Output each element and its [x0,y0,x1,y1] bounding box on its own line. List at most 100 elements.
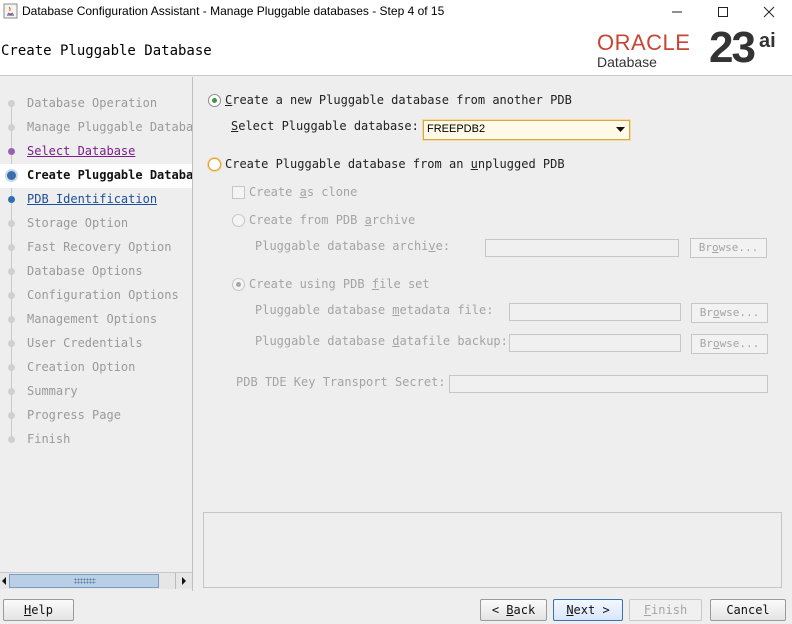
label-archive-file: Pluggable database archive: [255,239,450,253]
oracle-brand-name: ORACLE [597,30,691,55]
mnemonic-letter: N [566,603,574,617]
checkbox-create-as-clone[interactable] [232,186,245,199]
label-text: Br [699,306,713,319]
select-pdb-value: FREEPDB2 [427,123,486,135]
label-text: inish [651,603,688,617]
help-button[interactable]: Help [3,599,74,621]
nav-step-item[interactable]: Select Database [0,140,192,164]
metadata-file-input[interactable] [509,303,681,321]
nav-step-item[interactable]: PDB Identification [0,188,192,212]
close-button[interactable] [746,0,792,24]
label-text: Create from PDB [249,213,365,227]
step-status-dot-icon [8,364,15,371]
label-text: reate a new Pluggable database from anot… [232,93,572,107]
radio-from-archive[interactable] [232,214,245,227]
step-status-dot-icon [8,124,15,131]
label-text: e: [435,239,451,253]
label-create-from-unplugged: Create Pluggable database from an unplug… [225,157,565,171]
cancel-button[interactable]: Cancel [710,599,786,621]
label-text: Create [249,185,300,199]
nav-step-label: Database Operation [27,96,158,110]
step-status-dot-icon [8,436,15,443]
nav-horizontal-scrollbar[interactable] [0,572,192,589]
wizard-header: Create Pluggable Database ORACLE Databas… [0,24,792,76]
nav-step-label: Storage Option [27,216,129,230]
nav-step-label: Fast Recovery Option [27,240,172,254]
step-status-dot-icon [8,412,15,419]
step-status-dot-icon [8,196,15,203]
label-text: ile set [379,277,430,291]
label-text: Create Pluggable database from an [225,157,471,171]
label-text: elp [31,603,53,617]
label-datafile-backup: Pluggable database datafile backup: [255,334,508,348]
mnemonic-letter: f [371,277,380,291]
nav-step-item: Management Options [0,308,192,332]
browse-archive-button[interactable]: Browse... [690,238,767,258]
nav-step-label: Manage Pluggable Databases [27,120,193,134]
step-status-dot-icon [8,100,15,107]
datafile-backup-input[interactable] [509,334,681,352]
mnemonic-letter: o [711,241,719,254]
step-status-dot-icon [8,244,15,251]
step-status-dot-icon [8,268,15,275]
scrollbar-thumb[interactable] [9,574,159,588]
nav-step-label: Finish [27,432,71,446]
label-text: ext > [573,603,610,617]
select-pdb-dropdown[interactable]: FREEPDB2 [423,120,630,140]
nav-step-label: User Credentials [27,336,143,350]
scroll-right-arrow[interactable] [175,573,191,589]
messages-area [203,512,782,588]
label-text: Pluggable database archi [255,239,429,253]
next-button[interactable]: Next > [553,599,623,621]
mnemonic-letter: d [392,334,400,348]
mnemonic-letter: o [712,337,720,350]
minimize-icon [672,11,682,13]
step-status-dot-icon [8,388,15,395]
nav-step-label: Create Pluggable Database [27,168,193,182]
title-bar: Database Configuration Assistant - Manag… [0,0,792,24]
label-text: elect Pluggable database: [238,119,419,133]
nav-step-label: Configuration Options [27,288,179,302]
java-app-icon [3,3,18,19]
nav-step-item: Database Operation [0,92,192,116]
label-from-archive: Create from PDB archive [249,213,415,227]
wizard-steps-nav: Database Operation Manage Pluggable Datab… [0,77,193,591]
mnemonic-letter: a [364,213,372,227]
label-text: Pluggable database [255,303,393,317]
finish-button[interactable]: Finish [629,599,702,621]
radio-create-from-pdb[interactable] [208,94,221,107]
radio-create-from-unplugged[interactable] [208,158,221,171]
browse-metadata-button[interactable]: Browse... [691,303,768,323]
minimize-button[interactable] [654,0,700,24]
label-text: Br [699,337,713,350]
radio-using-file-set[interactable] [232,278,245,291]
back-button[interactable]: < Back [480,599,547,621]
nav-step-label: Summary [27,384,78,398]
tde-secret-input[interactable] [449,375,768,393]
nav-step-label: Management Options [27,312,158,326]
maximize-button[interactable] [700,0,746,24]
label-text: Br [698,241,712,254]
scroll-left-arrow[interactable] [0,573,8,589]
step-status-dot-icon [8,316,15,323]
label-tde-secret: PDB TDE Key Transport Secret: [236,375,446,389]
step-status-dot-icon [5,169,18,182]
label-text: wse... [719,337,760,350]
label-text: etadata file: [399,303,494,317]
label-text: rchive [371,213,416,227]
step-status-dot-icon [8,340,15,347]
nav-step-item: User Credentials [0,332,192,356]
arrow-left-icon [2,577,6,585]
mnemonic-letter: m [392,303,400,317]
archive-file-input[interactable] [485,239,679,257]
nav-step-label: Progress Page [27,408,121,422]
oracle-product-name: Database [597,54,657,70]
step-content-panel: Create a new Pluggable database from ano… [194,77,792,591]
label-text: < [491,603,507,617]
label-select-pdb: Select Pluggable database: [231,119,419,133]
mnemonic-letter: u [470,157,478,171]
mnemonic-letter: a [299,185,307,199]
nav-step-item: Create Pluggable Database [0,164,193,188]
label-text: Pluggable database [255,334,393,348]
browse-datafile-button[interactable]: Browse... [691,334,768,354]
